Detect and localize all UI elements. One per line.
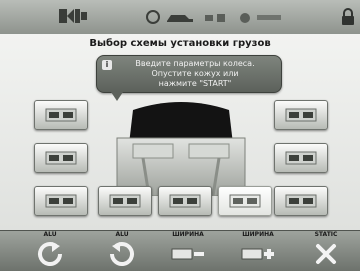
right-plane-button-3[interactable] <box>274 186 328 216</box>
lock-icon[interactable] <box>340 8 356 26</box>
footer-label-2: ALU <box>115 231 129 238</box>
weight-plane-icon <box>169 194 201 208</box>
footer-label-4: ШИРИНА <box>242 231 274 238</box>
footer-label-3: ШИРИНА <box>172 231 204 238</box>
weight-plane-icon <box>45 194 77 208</box>
weight-plane-icon <box>285 108 317 122</box>
close-button[interactable] <box>296 240 356 268</box>
weight-plane-icon <box>45 108 77 122</box>
weight-plane-icon <box>285 151 317 165</box>
right-plane-button-2[interactable] <box>274 143 328 173</box>
center-plane-button-a[interactable] <box>98 186 152 216</box>
center-plane-button-b[interactable] <box>158 186 212 216</box>
rotate-left-icon <box>38 242 62 266</box>
center-plane-button-c[interactable] <box>218 186 272 216</box>
right-plane-button-1[interactable] <box>274 100 328 130</box>
rotate-right-button[interactable] <box>92 240 152 268</box>
weight-plane-icon <box>229 194 261 208</box>
left-plane-button-1[interactable] <box>34 100 88 130</box>
width-plus-button[interactable] <box>228 240 288 268</box>
rotate-right-icon <box>110 242 134 266</box>
tooltip-line-1: Введите параметры колеса. <box>135 59 255 68</box>
close-icon <box>316 244 336 264</box>
footer-label-5: STATIC <box>314 231 338 238</box>
weight-plane-icon <box>45 151 77 165</box>
tooltip-line-3: нажмите "START" <box>158 79 232 88</box>
tooltip-bubble: i Введите параметры колеса. Опустите кож… <box>96 55 282 101</box>
left-plane-button-3[interactable] <box>34 186 88 216</box>
status-icons <box>145 9 285 25</box>
wheel-illustration <box>103 100 259 197</box>
tooltip-line-2: Опустите кожух или <box>151 69 239 78</box>
wheel-icon <box>146 10 160 24</box>
brand-logo-icon <box>58 6 88 26</box>
weight-plane-icon <box>109 194 141 208</box>
top-bar <box>0 0 360 35</box>
car-icon <box>167 15 193 22</box>
width-plus-icon <box>241 248 274 260</box>
left-plane-button-2[interactable] <box>34 143 88 173</box>
info-icon: i <box>102 60 112 70</box>
page-title: Выбор схемы установки грузов <box>89 38 271 49</box>
footer-label-1: ALU <box>43 231 57 238</box>
width-minus-icon <box>171 248 204 260</box>
width-minus-button[interactable] <box>158 240 218 268</box>
weight-plane-icon <box>285 194 317 208</box>
rotate-left-button[interactable] <box>20 240 80 268</box>
settings-icon <box>240 13 250 23</box>
